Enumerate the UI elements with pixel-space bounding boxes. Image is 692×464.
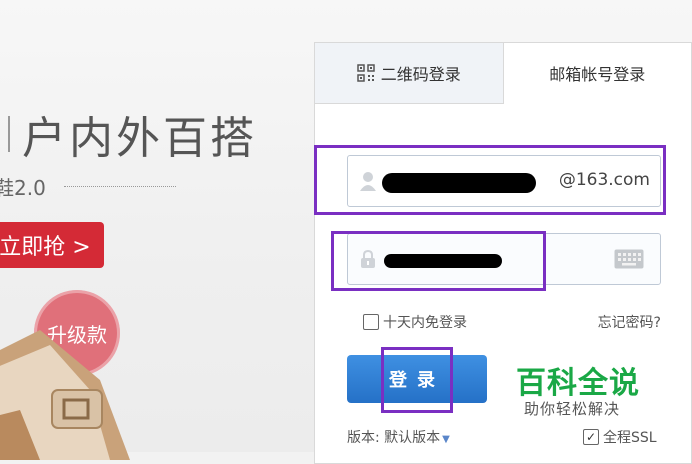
email-highlight-box bbox=[314, 145, 666, 215]
tab-email-login[interactable]: 邮箱帐号登录 bbox=[503, 43, 691, 103]
headline-text: 户内外百搭 bbox=[22, 113, 257, 164]
watermark-title: 百科全说 bbox=[516, 366, 640, 401]
caret-down-icon: ▼ bbox=[442, 434, 450, 445]
banner-subline: 拖鞋2.0 bbox=[0, 172, 176, 201]
tab-qr-label: 二维码登录 bbox=[380, 65, 461, 84]
dotted-divider bbox=[63, 186, 176, 187]
version-selector[interactable]: 版本: 默认版本 ▼ bbox=[347, 427, 450, 447]
remember-label: 十天内免登录 bbox=[383, 315, 467, 331]
subline-text: 拖鞋2.0 bbox=[0, 176, 46, 200]
qr-code-icon bbox=[356, 64, 375, 82]
login-options: 十天内免登录 忘记密码? bbox=[363, 311, 661, 333]
login-tabs: 二维码登录 邮箱帐号登录 bbox=[315, 43, 691, 104]
login-highlight-box bbox=[381, 347, 453, 413]
password-highlight-box bbox=[331, 231, 546, 291]
sandal-image bbox=[0, 330, 130, 460]
banner-headline: 户内外百搭 bbox=[0, 104, 257, 164]
keyboard-icon[interactable] bbox=[614, 249, 644, 273]
tab-email-label: 邮箱帐号登录 bbox=[549, 65, 646, 84]
buy-now-button[interactable]: 立即抢 > bbox=[0, 222, 104, 268]
ssl-label: 全程SSL bbox=[603, 430, 657, 446]
forgot-password-link[interactable]: 忘记密码? bbox=[598, 312, 661, 332]
remember-option[interactable]: 十天内免登录 bbox=[363, 312, 467, 332]
version-label: 版本: 默认版本 bbox=[347, 430, 441, 446]
tab-qr-login[interactable]: 二维码登录 bbox=[315, 43, 504, 104]
ssl-option[interactable]: ✓ 全程SSL bbox=[583, 427, 657, 447]
headline-divider bbox=[8, 116, 10, 152]
remember-checkbox[interactable] bbox=[363, 314, 379, 330]
ssl-checkbox[interactable]: ✓ bbox=[583, 429, 599, 445]
watermark-subtitle: 助你轻松解决 bbox=[524, 400, 621, 418]
